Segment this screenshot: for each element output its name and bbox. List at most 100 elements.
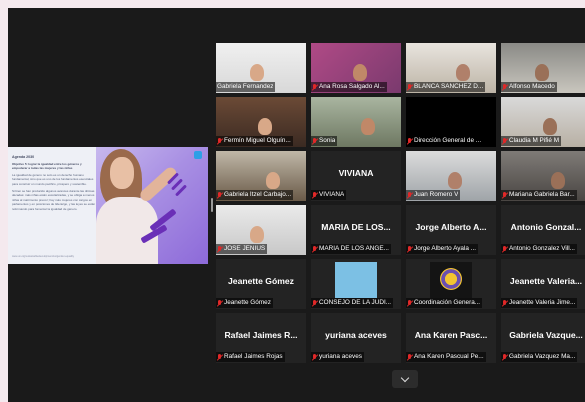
participant-tile[interactable]: JOSE JENIUS: [216, 205, 306, 255]
participant-video-figure: [258, 118, 272, 135]
participant-name-text: Gabriela Fernandez: [217, 83, 274, 90]
shared-heading: Agenda 2030: [12, 155, 35, 159]
logo-icon: [194, 151, 202, 159]
participant-name-label: Fermín Miguel Olguín...: [216, 136, 293, 146]
participant-tile[interactable]: Antonio Gonzal... Antonio Gonzalez Vill..…: [501, 205, 585, 255]
chevron-down-icon: [400, 373, 410, 382]
participant-name-text: Coordinación Genera...: [414, 299, 481, 306]
mic-muted-icon: [502, 191, 507, 199]
mic-muted-icon: [312, 299, 317, 307]
participant-tile[interactable]: VIVIANA VIVIANA: [311, 151, 401, 201]
shared-screen[interactable]: Agenda 2030 Objetivo 5: lograr la iguald…: [8, 147, 208, 264]
participant-name-label: Ana Karen Pascual Pe...: [406, 352, 486, 362]
participant-tile[interactable]: Mariana Gabriela Bar...: [501, 151, 585, 201]
participant-name-text: Claudia M Pifié M: [509, 137, 560, 144]
participant-video-figure: [361, 118, 375, 135]
participant-name-label: BLANCA SANCHEZ D...: [406, 82, 486, 92]
mic-muted-icon: [312, 353, 317, 361]
shared-subheading: Objetivo 5: lograr la igualdad entre los…: [12, 161, 82, 171]
participant-video-figure: [456, 64, 470, 81]
participant-tile[interactable]: Sonia: [311, 97, 401, 147]
participant-name-text: Jeanette Gómez: [224, 299, 271, 306]
mic-muted-icon: [407, 191, 412, 199]
participant-name-label: CONSEJO DE LA JUDI...: [311, 298, 394, 308]
participant-name-text: Antonio Gonzalez Vill...: [509, 245, 575, 252]
participant-display-name: Gabriela Vazque...: [509, 330, 583, 340]
participant-display-name: Ana Karen Pasc...: [414, 330, 488, 340]
participant-video-figure: [353, 64, 367, 81]
participant-name-text: MARIA DE LOS ANGE...: [319, 245, 389, 252]
participant-video-figure: [448, 172, 462, 189]
participant-display-name: Jorge Alberto A...: [415, 222, 487, 232]
shared-footer: www.un.org/sustainabledevelopment/es/gen…: [12, 255, 74, 258]
participant-display-name: Rafael Jaimes R...: [224, 330, 298, 340]
participant-name-text: CONSEJO DE LA JUDI...: [319, 299, 392, 306]
mic-muted-icon: [407, 245, 412, 253]
participant-tile[interactable]: Jeanette Valeria... Jeanette Valeria Jime…: [501, 259, 585, 309]
expand-gallery-button[interactable]: [392, 370, 418, 388]
mic-muted-icon: [312, 83, 317, 91]
participant-video-figure: [250, 64, 264, 81]
participant-name-text: Ana Karen Pascual Pe...: [414, 353, 484, 360]
participant-tile[interactable]: Juan Romero V: [406, 151, 496, 201]
participant-name-label: Gabriela Fernandez: [216, 82, 276, 92]
participant-name-label: Mariana Gabriela Bar...: [501, 190, 577, 200]
participant-name-label: Dirección General de ...: [406, 136, 484, 146]
participant-name-label: Coordinación Genera...: [406, 298, 483, 308]
participant-name-text: Jorge Alberto Ayala ...: [414, 245, 477, 252]
participant-name-text: Rafael Jaimes Rojas: [224, 353, 283, 360]
participant-name-text: Mariana Gabriela Bar...: [509, 191, 575, 198]
participant-display-name: MARIA DE LOS...: [321, 222, 391, 232]
participant-tile[interactable]: Gabriela Itzel Carbajo...: [216, 151, 306, 201]
participant-tile[interactable]: Ana Rosa Salgado Al...: [311, 43, 401, 93]
mic-muted-icon: [407, 137, 412, 145]
participant-name-label: JOSE JENIUS: [216, 244, 268, 254]
participant-name-text: yuriana aceves: [319, 353, 362, 360]
mic-muted-icon: [217, 245, 222, 253]
participant-tile[interactable]: Dirección General de ...: [406, 97, 496, 147]
participant-name-label: Gabriela Itzel Carbajo...: [216, 190, 294, 200]
participant-tile[interactable]: BLANCA SANCHEZ D...: [406, 43, 496, 93]
participant-tile[interactable]: Claudia M Pifié M: [501, 97, 585, 147]
participant-name-label: VIVIANA: [311, 190, 347, 200]
participant-name-text: JOSE JENIUS: [224, 245, 266, 252]
participant-tile[interactable]: Fermín Miguel Olguín...: [216, 97, 306, 147]
mic-muted-icon: [217, 137, 222, 145]
mic-muted-icon: [217, 191, 222, 199]
participant-tile[interactable]: Ana Karen Pasc... Ana Karen Pascual Pe...: [406, 313, 496, 363]
mic-muted-icon: [312, 137, 317, 145]
participant-display-name: Jeanette Gómez: [228, 276, 294, 286]
participant-tile[interactable]: Gabriela Vazque... Gabriela Vazquez Ma...: [501, 313, 585, 363]
participant-tile[interactable]: CONSEJO DE LA JUDI...: [311, 259, 401, 309]
participant-video-figure: [535, 64, 549, 81]
participant-name-label: Jeanette Gómez: [216, 298, 273, 308]
participant-name-text: Fermín Miguel Olguín...: [224, 137, 291, 144]
participant-name-label: Claudia M Pifié M: [501, 136, 562, 146]
participant-tile[interactable]: Jorge Alberto A... Jorge Alberto Ayala ..…: [406, 205, 496, 255]
participant-name-text: Sonia: [319, 137, 336, 144]
shared-paragraph: Si bien se han producido algunos avances…: [12, 188, 96, 211]
logo-icon: [440, 268, 462, 290]
participant-video-figure: [266, 172, 280, 189]
participant-video-figure: [543, 118, 557, 135]
participant-tile[interactable]: yuriana aceves yuriana aceves: [311, 313, 401, 363]
participant-name-label: Rafael Jaimes Rojas: [216, 352, 285, 362]
participant-tile[interactable]: Alfonso Macedo: [501, 43, 585, 93]
participant-tile[interactable]: MARIA DE LOS... MARIA DE LOS ANGE...: [311, 205, 401, 255]
participant-tile[interactable]: Rafael Jaimes R... Rafael Jaimes Rojas: [216, 313, 306, 363]
avatar: [335, 262, 377, 298]
participant-name-text: Gabriela Itzel Carbajo...: [224, 191, 292, 198]
participant-name-text: Alfonso Macedo: [509, 83, 555, 90]
shared-text-block: Agenda 2030 Objetivo 5: lograr la iguald…: [12, 155, 96, 214]
mic-muted-icon: [502, 137, 507, 145]
participant-name-label: yuriana aceves: [311, 352, 364, 362]
participant-name-text: Jeanette Valeria Jime...: [509, 299, 576, 306]
mic-muted-icon: [312, 245, 317, 253]
panel-resize-handle[interactable]: [211, 198, 213, 212]
participant-tile[interactable]: Jeanette Gómez Jeanette Gómez: [216, 259, 306, 309]
participant-name-label: Sonia: [311, 136, 338, 146]
participant-name-label: Jorge Alberto Ayala ...: [406, 244, 479, 254]
participant-name-label: Alfonso Macedo: [501, 82, 557, 92]
participant-tile[interactable]: Coordinación Genera...: [406, 259, 496, 309]
participant-tile[interactable]: Gabriela Fernandez: [216, 43, 306, 93]
